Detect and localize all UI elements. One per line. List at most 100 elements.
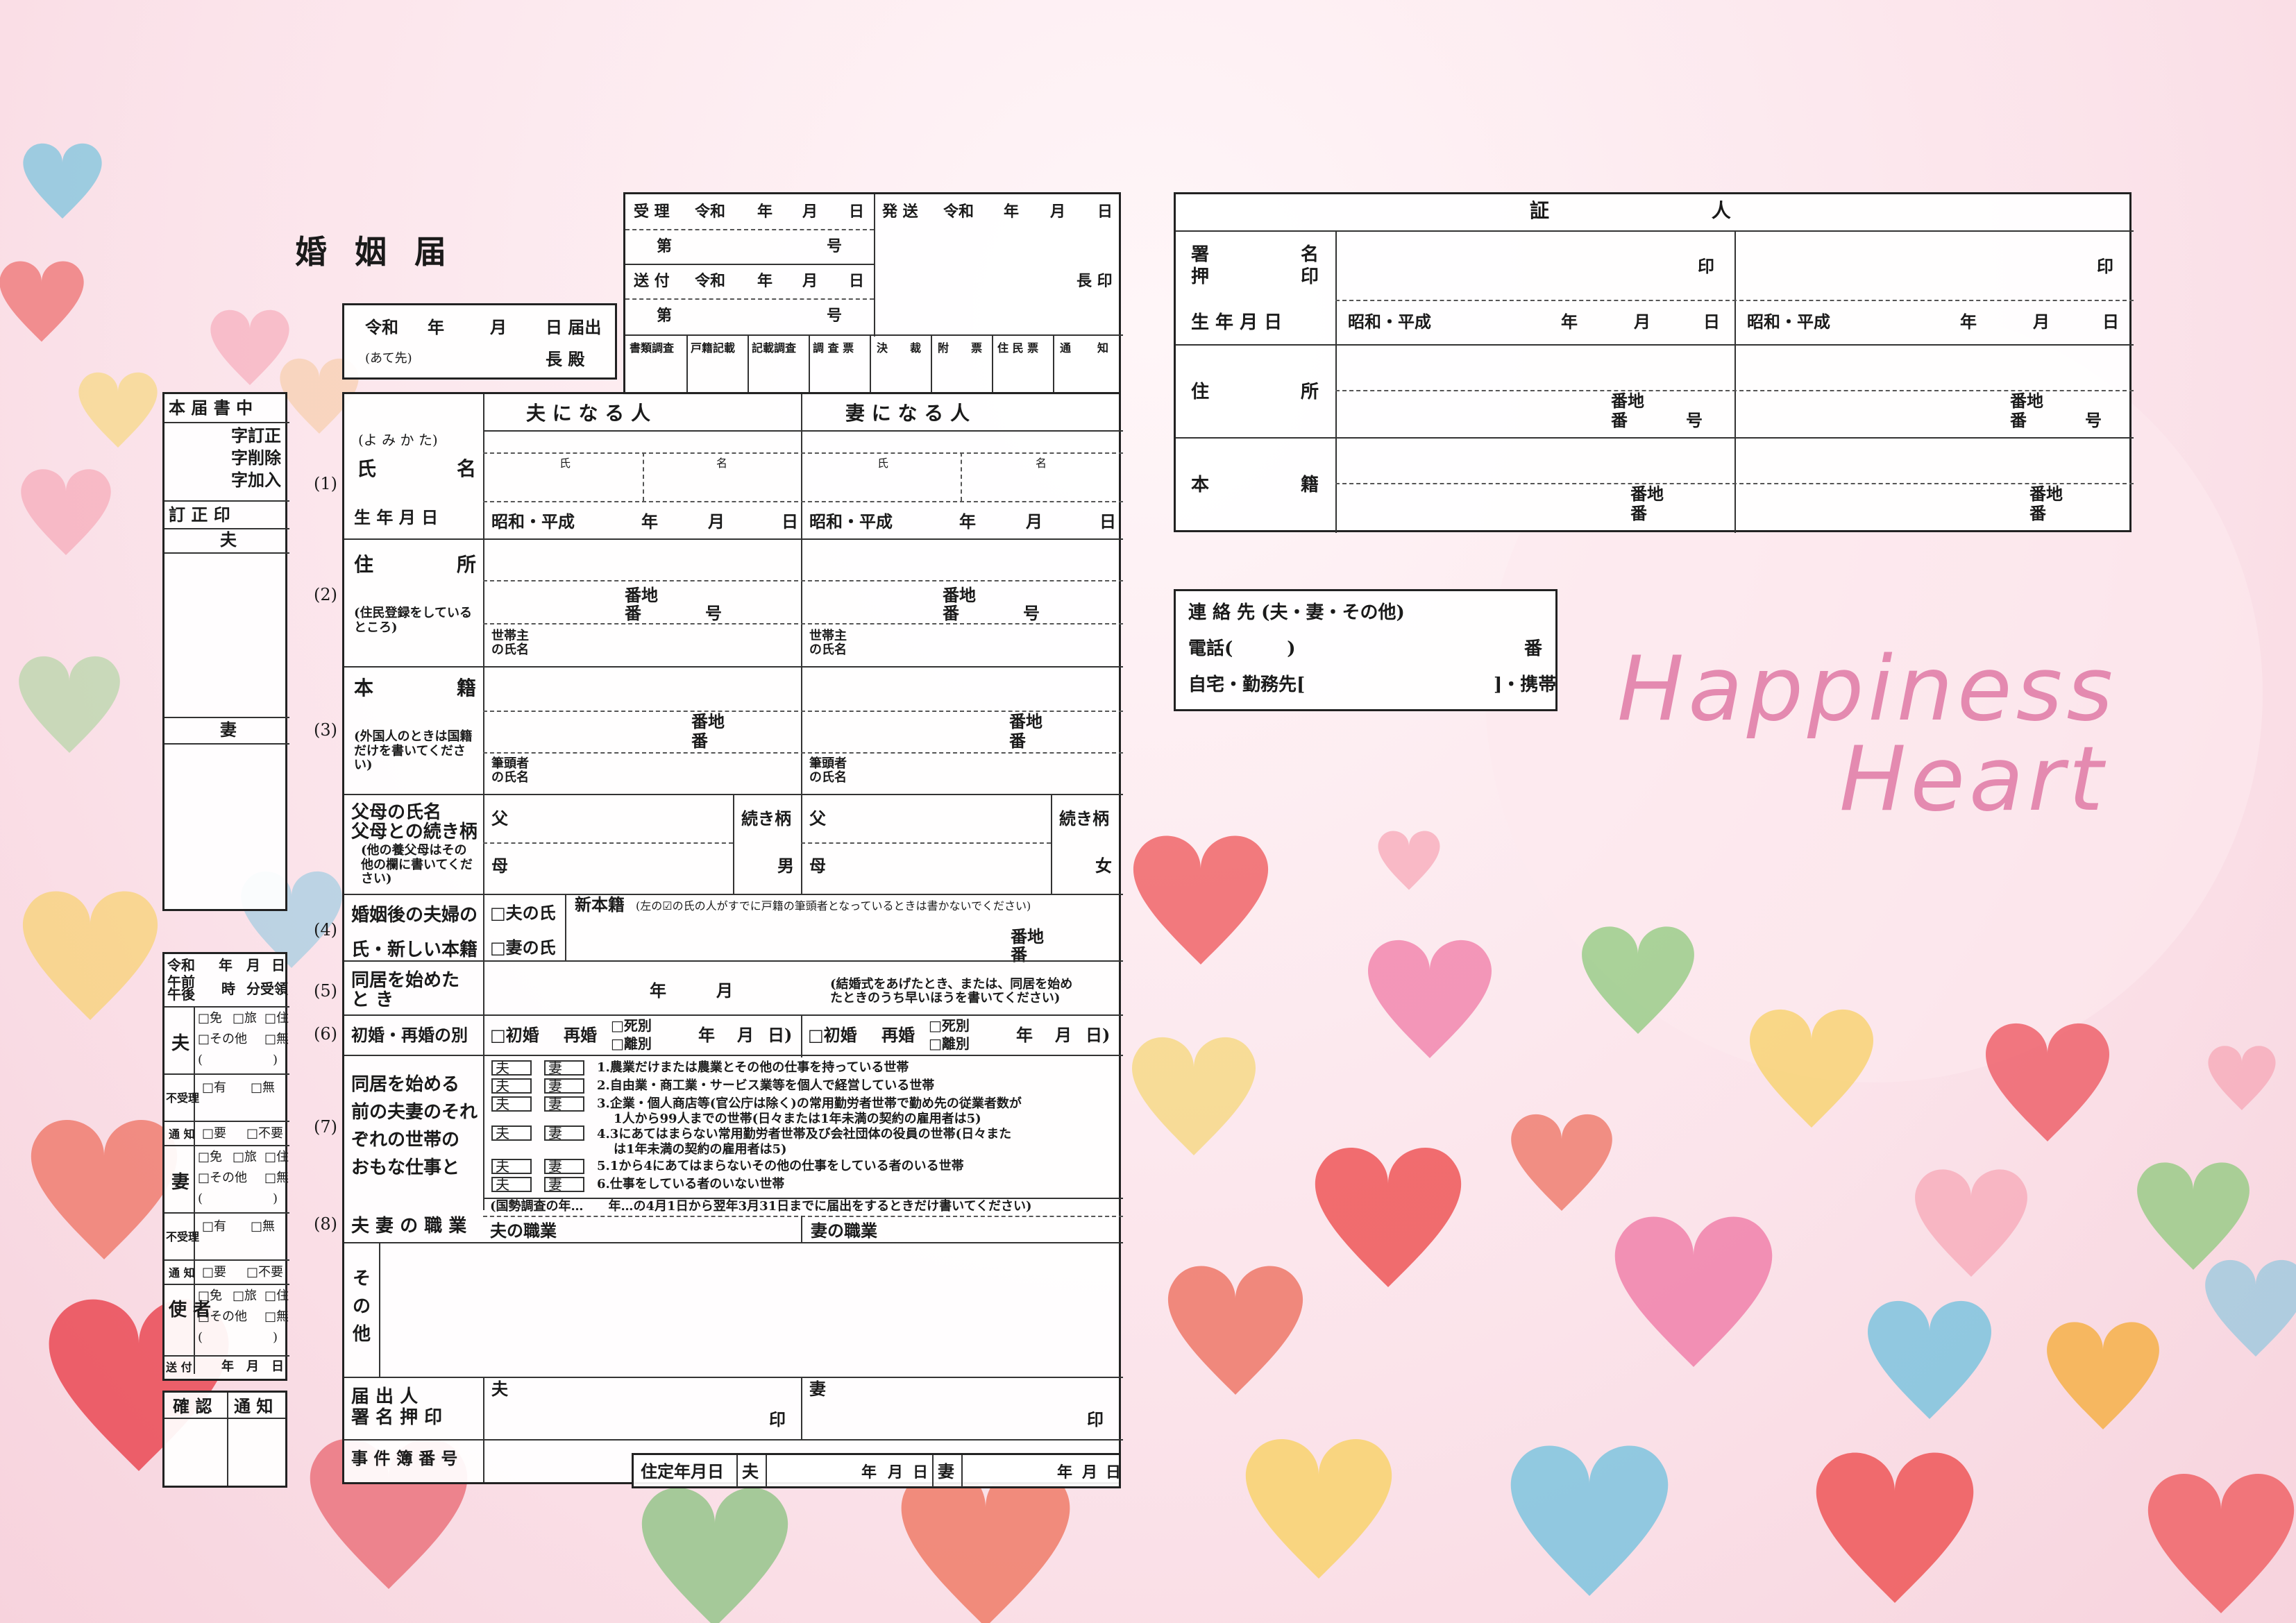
form-label: 名 (716, 457, 728, 470)
form-label: 日 (1097, 203, 1113, 221)
form-label: 番 (691, 731, 708, 751)
form-label: 番 (943, 603, 959, 623)
rule-line (344, 960, 1123, 962)
form-label: 年 (757, 203, 773, 221)
main-form: 夫 に な る 人 妻 に な る 人 (よ み か た) 氏 名 氏 名 氏 … (342, 392, 1123, 1484)
form-label: □無 (251, 1080, 276, 1095)
form-label: □有 (202, 1219, 227, 1234)
decor-text-line2: Heart (1839, 728, 2108, 831)
form-label: □その他 (198, 1309, 248, 1324)
form-label: 続き柄 (1059, 808, 1109, 829)
form-label: 日 (2102, 312, 2119, 332)
rule-line (961, 1455, 963, 1487)
form-label: 字訂正 (231, 425, 281, 445)
form-label: 番地 (943, 585, 976, 605)
form-label: の氏名 (809, 770, 847, 785)
rule-line (874, 194, 875, 337)
rule-line (164, 1145, 289, 1146)
form-label: 妻 (938, 1461, 954, 1481)
form-label: 月 (1026, 511, 1043, 532)
rule-line (961, 452, 962, 501)
form-label: □要 (202, 1265, 227, 1280)
rule-line (483, 1055, 484, 1210)
rule-line (1176, 230, 2134, 232)
form-label: 住 民 票 (997, 341, 1039, 355)
form-label: 1人から99人までの世帯(日々または1年未満の契約の雇用者は5) (614, 1112, 981, 1126)
form-label: 再婚 (564, 1025, 597, 1045)
form-label: そ (353, 1268, 371, 1289)
rule-line (1176, 437, 2134, 439)
form-label: ) (273, 1191, 278, 1206)
rule-line (1335, 483, 2134, 484)
rule-line (164, 717, 289, 718)
form-label: 名 (1036, 457, 1047, 470)
form-label: 夫 (496, 1078, 509, 1094)
form-label: 新本籍 (575, 894, 625, 915)
form-label: 長 印 (1077, 272, 1113, 290)
form-label: 氏 (559, 457, 571, 470)
form-label: □免 (198, 1289, 223, 1303)
form-label: 年 (219, 957, 233, 974)
witness-box: 証 人 署 名 押 印 印 印 生 年 月 日 昭和・平成 年 月 日 昭和・平… (1174, 192, 2134, 533)
form-label: 印 (769, 1409, 786, 1429)
form-label: 本 (354, 677, 374, 699)
form-label: 番地 (1009, 711, 1043, 731)
form-label: 不受理 (166, 1230, 200, 1243)
contact-box[interactable]: 連 絡 先 (夫・妻・その他) 電話( ) 番 自宅・勤務先[ ]・携帯 (1174, 589, 1558, 711)
form-label: 日 (849, 203, 865, 221)
form-label: 年 (221, 1359, 234, 1374)
form-label: 番地 (691, 711, 725, 731)
rule-line (1176, 344, 2134, 346)
form-label: (5) (314, 981, 337, 1001)
form-label: 夫 (742, 1461, 759, 1481)
form-label: 時 (221, 980, 235, 997)
form-label: 月 (1082, 1463, 1098, 1481)
confirm-box: 確 認 通 知 (162, 1391, 287, 1488)
rule-line (164, 1212, 289, 1214)
form-label: □初婚 (808, 1025, 857, 1045)
form-label: 籍 (457, 677, 477, 699)
form-label: ) (273, 1330, 278, 1345)
filing-date-box[interactable]: 令和 年 月 日 届出 (あて先) 長 殿 (342, 303, 617, 380)
form-label: 証 人 (1530, 199, 1731, 222)
form-label: □住 (264, 1150, 289, 1164)
form-label: 通 知 (169, 1128, 195, 1141)
form-title: 婚 姻 届 (295, 233, 455, 271)
form-label: 号 (1686, 410, 1703, 430)
form-label: 決 (877, 341, 888, 355)
form-label: □夫の氏 (490, 903, 556, 923)
form-label: □無 (264, 1032, 289, 1046)
form-label: 年 (1561, 312, 1578, 332)
form-label: 昭和・平成 (491, 511, 575, 532)
rule-line (344, 666, 1123, 668)
form-label: 夫 (491, 1379, 508, 1399)
form-label: 届 出 人 (351, 1386, 419, 1407)
rule-line (164, 1121, 289, 1122)
form-label: 令和 (695, 203, 726, 221)
form-label: □免 (198, 1011, 223, 1026)
form-label: 送 付 (166, 1361, 192, 1374)
form-label: 2.自由業・商工業・サービス業等を個人で経営している世帯 (597, 1078, 935, 1093)
rule-line (686, 334, 688, 395)
form-label: 妻 (548, 1078, 562, 1094)
rule-line (164, 1006, 289, 1008)
form-label: ) (273, 1053, 278, 1067)
form-label: 月 (737, 1025, 754, 1045)
form-label: (他の養父母はその他の欄に書いてください) (361, 843, 473, 887)
form-label: 氏 (357, 457, 377, 480)
form-label: 本 届 書 中 (169, 398, 253, 418)
form-label: 番 (2029, 503, 2046, 523)
form-label: 名 (1301, 244, 1319, 265)
form-label: 再婚 (881, 1025, 915, 1045)
form-label: おもな仕事と (351, 1157, 460, 1178)
rule-line (748, 334, 749, 395)
form-label: 月 (802, 272, 818, 290)
form-label: 令和 (943, 203, 974, 221)
form-label: (結婚式をあげたとき、または、同居を始め (830, 977, 1073, 992)
form-label: 年 (428, 317, 444, 337)
rule-line (1051, 794, 1052, 895)
form-label: 1.農業だけまたは農業とその他の仕事を持っている世帯 (597, 1060, 909, 1075)
form-label: ( (198, 1191, 203, 1206)
form-label: 母 (491, 856, 508, 876)
rule-line (344, 1439, 1123, 1441)
